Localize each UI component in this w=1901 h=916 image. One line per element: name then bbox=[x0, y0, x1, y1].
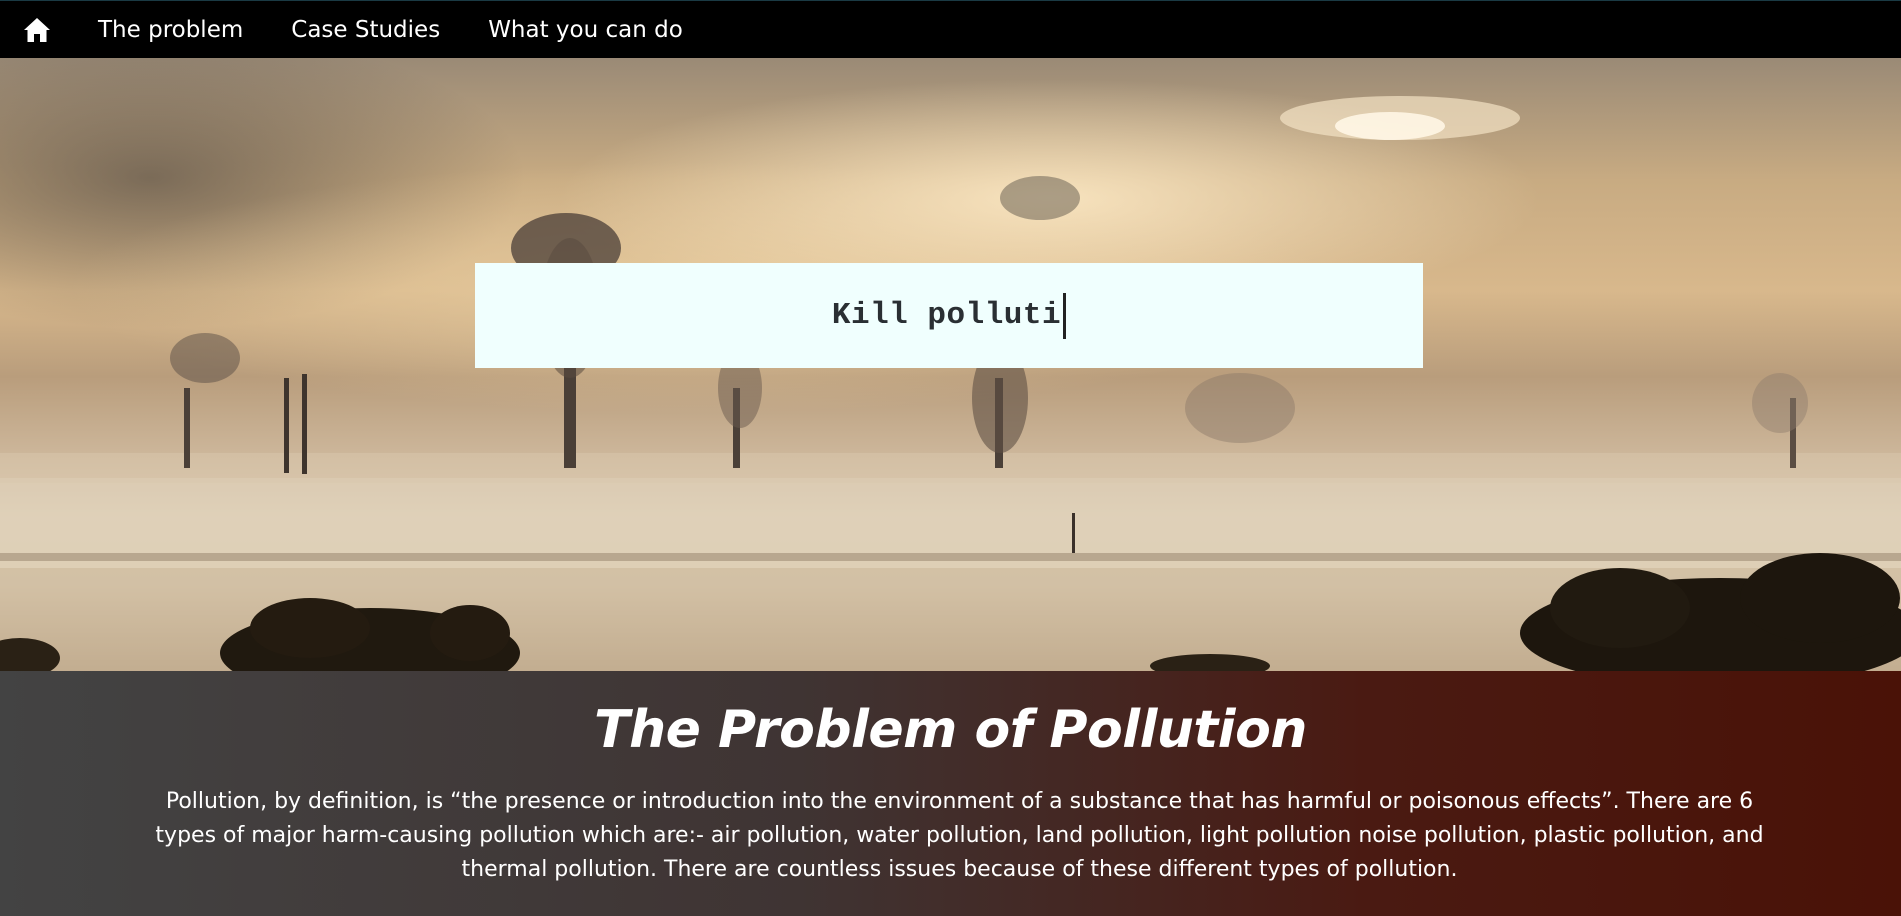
nav-item-case-studies[interactable]: Case Studies bbox=[267, 1, 464, 59]
search-input-text[interactable]: Kill polluti bbox=[831, 292, 1067, 339]
top-navbar: The problem Case Studies What you can do bbox=[0, 0, 1901, 58]
home-icon[interactable] bbox=[23, 17, 51, 43]
search-input[interactable]: Kill polluti bbox=[475, 263, 1423, 368]
section-title: The Problem of Pollution bbox=[594, 700, 1307, 760]
home-link[interactable] bbox=[0, 1, 74, 59]
search-input-value: Kill polluti bbox=[831, 298, 1062, 333]
problem-section: The Problem of Pollution Pollution, by d… bbox=[0, 671, 1901, 916]
section-body-text: Pollution, by definition, is “the presen… bbox=[155, 789, 1764, 882]
nav-item-the-problem[interactable]: The problem bbox=[74, 1, 267, 59]
text-caret bbox=[1063, 292, 1067, 339]
hero-banner: Kill polluti bbox=[0, 58, 1901, 671]
nav-item-what-you-can-do[interactable]: What you can do bbox=[464, 1, 707, 59]
